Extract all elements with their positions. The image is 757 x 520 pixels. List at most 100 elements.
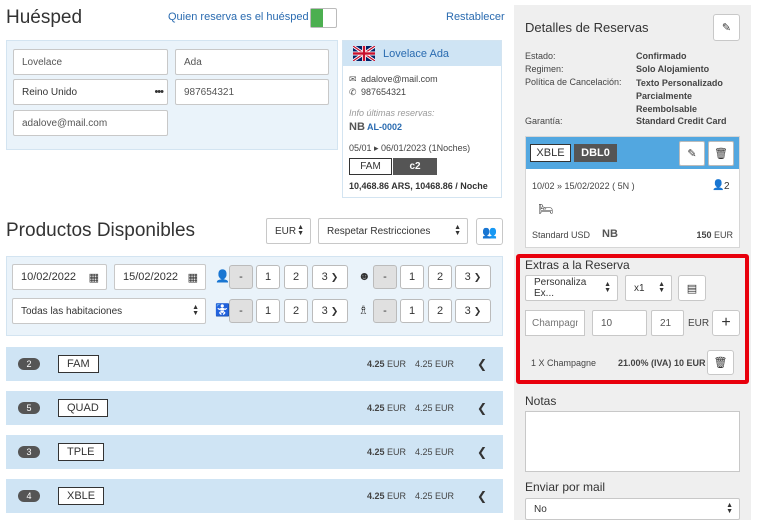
adults-more-value: 3 bbox=[321, 271, 328, 283]
notes-title: Notas bbox=[525, 394, 557, 408]
date-from-input[interactable]: 10/02/2022 ▦ bbox=[12, 264, 107, 290]
phone-input[interactable]: 987654321 bbox=[175, 79, 329, 105]
rooms-select[interactable]: Todas las habitaciones ▲ ▼ bbox=[12, 298, 206, 324]
country-value: Reino Unido bbox=[22, 86, 78, 98]
booked-room-card: XBLE DBL0 ✎ 🗑 10/02 » 15/02/2022 ( 5N ) … bbox=[525, 136, 740, 248]
children-more-value: 3 bbox=[464, 271, 471, 283]
chevron-left-icon[interactable]: ❮ bbox=[477, 489, 487, 503]
pencil-icon: ✎ bbox=[687, 148, 697, 160]
guest-card-name[interactable]: Lovelace Ada bbox=[383, 48, 449, 60]
room-code-tag: TPLE bbox=[58, 443, 104, 461]
babies-minus-button[interactable]: - bbox=[373, 299, 397, 323]
chevron-left-icon[interactable]: ❮ bbox=[477, 445, 487, 459]
guest-is-booker-toggle[interactable] bbox=[310, 8, 337, 28]
child-icon: ☻ bbox=[358, 269, 371, 283]
rate-name: Standard USD bbox=[532, 230, 591, 240]
booked-room-guests: 2 bbox=[724, 181, 730, 192]
add-extra-button[interactable]: + bbox=[712, 310, 740, 336]
select-arrows-icon: ▲ ▼ bbox=[192, 304, 199, 317]
history-label: Info últimas reservas: bbox=[349, 108, 435, 118]
date-from-value: 10/02/2022 bbox=[21, 271, 77, 283]
send-mail-value: No bbox=[534, 503, 547, 515]
room-price-min: 4.25 EUR bbox=[367, 359, 406, 369]
children-option-more[interactable]: 3 ❯ bbox=[455, 265, 491, 289]
room-price-min-value: 4.25 bbox=[367, 447, 385, 457]
babies-more-value: 3 bbox=[464, 305, 471, 317]
room-group-row[interactable]: 5 QUAD 4.25 EUR 4.25 EUR ❮ bbox=[6, 391, 503, 425]
room-code-tag: FAM bbox=[58, 355, 99, 373]
adults-minus-button[interactable]: - bbox=[229, 265, 253, 289]
extras-qty-select[interactable]: x1 ▲ ▼ bbox=[625, 275, 672, 301]
extra-name-input[interactable] bbox=[525, 310, 585, 336]
babies-option-more[interactable]: 3 ❯ bbox=[455, 299, 491, 323]
mail-icon: ✉ bbox=[349, 74, 357, 84]
group-guests-button[interactable]: 👥 bbox=[476, 218, 503, 245]
extra-line-tax: 21.00% (IVA) bbox=[618, 358, 672, 368]
pencil-icon: ✎ bbox=[721, 22, 732, 34]
plus-icon: + bbox=[721, 314, 731, 331]
country-select[interactable]: Reino Unido ••• bbox=[13, 79, 168, 105]
infants-option-more[interactable]: 3 ❯ bbox=[312, 299, 348, 323]
delete-room-button[interactable]: 🗑 bbox=[708, 141, 734, 166]
adults-option-1[interactable]: 1 bbox=[256, 265, 280, 289]
last-name-input[interactable]: Ada bbox=[175, 49, 329, 75]
more-icon: ••• bbox=[154, 86, 164, 98]
extra-price-input[interactable]: 10 bbox=[592, 310, 647, 336]
currency-select[interactable]: EUR ▲ ▼ bbox=[266, 218, 311, 244]
notes-textarea[interactable] bbox=[525, 411, 740, 472]
chevron-down-icon: ❯ bbox=[473, 305, 482, 316]
date-to-input[interactable]: 15/02/2022 ▦ bbox=[114, 264, 206, 290]
edit-room-button[interactable]: ✎ bbox=[679, 141, 705, 166]
children-minus-button[interactable]: - bbox=[373, 265, 397, 289]
rooms-value: Todas las habitaciones bbox=[21, 305, 123, 317]
extra-tax-input[interactable]: 21 bbox=[651, 310, 684, 336]
infants-option-1[interactable]: 1 bbox=[256, 299, 280, 323]
adults-option-2[interactable]: 2 bbox=[284, 265, 308, 289]
adults-option-more[interactable]: 3 ❯ bbox=[312, 265, 348, 289]
children-option-2[interactable]: 2 bbox=[428, 265, 452, 289]
babies-option-2[interactable]: 2 bbox=[428, 299, 452, 323]
guest-card-email: adalove@mail.com bbox=[361, 74, 438, 84]
estado-label: Estado: bbox=[525, 51, 556, 61]
history-price: 10,468.86 ARS, 10468.86 / Noche bbox=[349, 181, 488, 191]
first-name-input[interactable]: Lovelace bbox=[13, 49, 168, 75]
edit-booking-button[interactable]: ✎ bbox=[713, 14, 740, 41]
chevron-left-icon[interactable]: ❮ bbox=[477, 357, 487, 371]
room-price-avg: 4.25 EUR bbox=[415, 447, 455, 457]
extra-line-price: 10 EUR bbox=[674, 358, 706, 368]
regimen-label: Regimen: bbox=[525, 64, 564, 74]
restrictions-select[interactable]: Respetar Restricciones ▲ ▼ bbox=[318, 218, 468, 244]
extras-type-value: Personaliza Ex... bbox=[534, 277, 587, 299]
currency-value: EUR bbox=[275, 225, 297, 237]
children-option-1[interactable]: 1 bbox=[400, 265, 424, 289]
send-mail-select[interactable]: No ▲ ▼ bbox=[525, 498, 740, 520]
delete-extra-button[interactable]: 🗑 bbox=[707, 350, 734, 375]
email-input[interactable]: adalove@mail.com bbox=[13, 110, 168, 136]
extras-type-select[interactable]: Personaliza Ex... ▲ ▼ bbox=[525, 275, 618, 301]
chevron-left-icon[interactable]: ❮ bbox=[477, 401, 487, 415]
infants-minus-button[interactable]: - bbox=[229, 299, 253, 323]
extras-calculator-button[interactable]: ▤ bbox=[678, 275, 706, 301]
select-arrows-icon: ▲ ▼ bbox=[297, 224, 304, 237]
babies-option-1[interactable]: 1 bbox=[400, 299, 424, 323]
rate-price: 150 EUR bbox=[696, 230, 733, 240]
politica-value: Texto Personalizado Parcialmente Reembol… bbox=[636, 78, 723, 114]
booking-details-title: Detalles de Reservas bbox=[525, 20, 649, 35]
booked-room-dates: 10/02 » 15/02/2022 ( 5N ) bbox=[532, 181, 635, 191]
room-group-row[interactable]: 4 XBLE 4.25 EUR 4.25 EUR ❮ bbox=[6, 479, 503, 513]
infants-more-value: 3 bbox=[321, 305, 328, 317]
room-group-row[interactable]: 3 TPLE 4.25 EUR 4.25 EUR ❮ bbox=[6, 435, 503, 469]
infants-option-2[interactable]: 2 bbox=[284, 299, 308, 323]
booking-code-link[interactable]: AL-0002 bbox=[367, 122, 402, 132]
history-room-type-tag: c2 bbox=[393, 158, 437, 175]
chevron-down-icon: ❯ bbox=[473, 271, 482, 282]
trash-icon: 🗑 bbox=[714, 148, 728, 160]
person-icon: 👤 bbox=[712, 180, 725, 191]
reset-link[interactable]: Restablecer bbox=[446, 11, 505, 23]
guest-is-booker-label[interactable]: Quien reserva es el huésped bbox=[168, 11, 309, 23]
users-icon: 👥 bbox=[482, 224, 497, 239]
guest-title: Huésped bbox=[6, 7, 83, 28]
extras-qty-value: x1 bbox=[634, 282, 645, 294]
room-count-badge: 2 bbox=[18, 358, 40, 370]
room-group-row[interactable]: 2 FAM 4.25 EUR 4.25 EUR ❮ bbox=[6, 347, 503, 381]
